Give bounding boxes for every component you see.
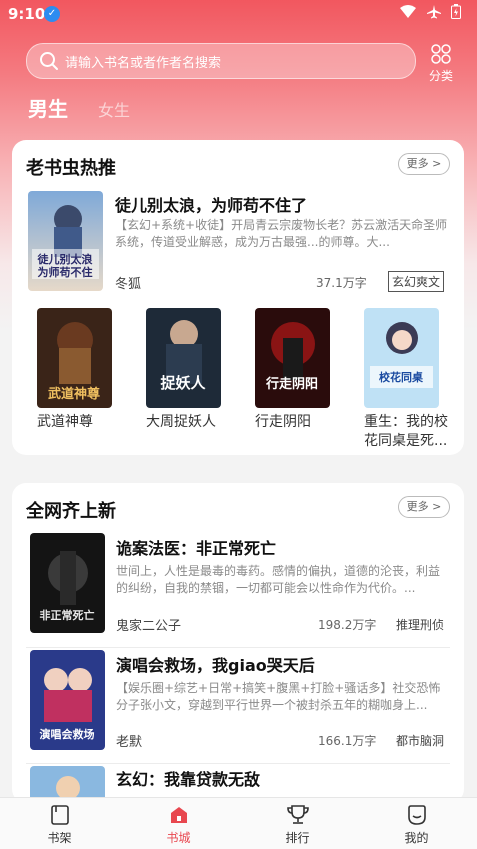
section-title: 全网齐上新 [26,501,116,522]
book-name[interactable]: 重生：我的校花同桌是死... [364,413,456,451]
book-title[interactable]: 诡案法医：非正常死亡 [116,535,276,559]
category-grid-icon [431,44,451,64]
tab-label: 我的 [404,831,429,845]
airplane-icon [426,5,441,19]
book-word-count: 198.2万字 [318,618,377,632]
book-cover[interactable]: 非正常死亡 [30,533,105,633]
tab-bookstore[interactable]: 书城 [119,798,238,849]
category-label: 分类 [428,69,453,83]
divider [26,763,450,764]
section-title: 老书虫热推 [26,158,116,179]
bookstore-icon [170,807,187,823]
svg-text:非正常死亡: 非正常死亡 [40,608,95,622]
more-button[interactable]: 更多 > [398,153,450,175]
svg-text:校花同桌: 校花同桌 [379,370,424,384]
book-author: 老默 [116,735,143,750]
book-genre-tag: 都市脑洞 [396,734,445,748]
book-name[interactable]: 大周捉妖人 [146,413,216,432]
book-desc: 世间上，人性是最毒的毒药。感情的偏执，道德的沦丧，利益的纠纷，自我的禁锢，一切都… [116,564,441,595]
tab-bookshelf[interactable]: 书架 [0,798,119,849]
wifi-icon [400,5,417,18]
book-cover[interactable]: 行走阴阳 [255,308,330,408]
book-title[interactable]: 演唱会救场，我giao哭天后 [116,652,315,676]
status-icons [400,4,461,21]
book-title[interactable]: 徒儿别太浪，为师苟不住了 [115,192,307,216]
book-author: 鬼家二公子 [116,619,182,634]
book-name[interactable]: 武道神尊 [37,413,93,432]
download-badge-icon: ✓ [44,6,60,22]
divider [26,647,450,648]
svg-text:为师苟不住: 为师苟不住 [38,265,93,279]
more-button[interactable]: 更多 > [398,496,450,518]
book-name[interactable]: 行走阴阳 [255,413,311,432]
svg-text:徒儿别太浪: 徒儿别太浪 [37,252,93,266]
svg-text:武道神尊: 武道神尊 [48,386,100,402]
bottom-tab-bar: 书架 书城 排行 我的 [0,797,477,849]
new-releases-card: 全网齐上新 更多 > 非正常死亡 诡案法医：非正常死亡 世间上，人性是最毒的毒药… [12,483,464,803]
battery-icon [451,4,461,19]
book-desc: 【娱乐圈+综艺+日常+搞笑+腹黑+打脸+骚话多】社交恐怖分子张小文，穿越到平行世… [116,681,441,712]
category-button[interactable]: 分类 [426,43,456,84]
tab-profile[interactable]: 我的 [357,798,476,849]
tab-female[interactable]: 女生 [98,97,130,121]
book-cover[interactable]: 武道神尊 [37,308,112,408]
book-genre-tag: 推理刑侦 [396,618,445,632]
trophy-icon [286,805,309,824]
book-desc: 【玄幻+系统+收徒】开局青云宗废物长老？苏云激活天命圣师系统，传道受业解惑，成为… [115,218,448,249]
search-placeholder: 请输入书名或者作者名搜索 [65,56,222,71]
tab-male[interactable]: 男生 [28,93,68,122]
tab-label: 排行 [285,831,310,845]
search-icon [40,52,58,70]
book-cover[interactable]: 校花同桌 [364,308,439,408]
book-word-count: 37.1万字 [316,276,367,290]
book-word-count: 166.1万字 [318,734,377,748]
book-title[interactable]: 玄幻：我靠贷款无敌 [116,766,260,790]
search-bar[interactable]: 请输入书名或者作者名搜索 [26,43,416,79]
book-author: 冬狐 [115,277,142,292]
book-cover[interactable]: 徒儿别太浪 为师苟不住 [28,191,103,291]
tab-label: 书架 [47,831,72,845]
book-cover[interactable]: 演唱会救场 [30,650,105,750]
status-bar: 9:10 ✓ [0,0,477,28]
svg-text:演唱会救场: 演唱会救场 [40,727,95,741]
status-time: 9:10 [8,5,46,23]
tab-ranking[interactable]: 排行 [238,798,357,849]
book-cover[interactable]: 捉妖人 [146,308,221,408]
book-genre-tag: 玄幻爽文 [388,271,445,292]
bookshelf-icon [50,805,69,825]
tab-label: 书城 [166,831,191,845]
svg-text:捉妖人: 捉妖人 [160,374,206,392]
svg-text:行走阴阳: 行走阴阳 [265,376,318,392]
hot-recommend-card: 老书虫热推 更多 > 徒儿别太浪 为师苟不住 徒儿别太浪，为师苟不住了 【玄幻+… [12,140,464,455]
profile-icon [407,805,426,825]
